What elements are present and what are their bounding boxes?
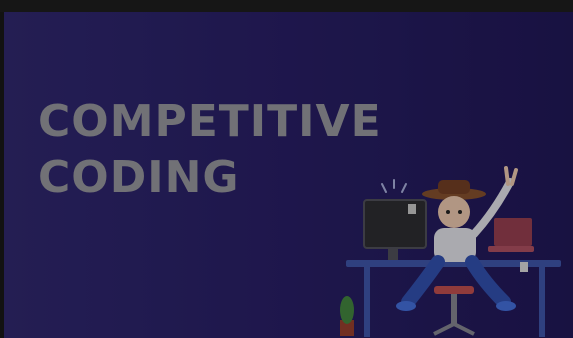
laptop-screen (494, 218, 532, 246)
person-head (438, 196, 470, 228)
plant-leaves (340, 296, 354, 324)
excitement-lines (381, 179, 407, 193)
person-shoe-left (396, 301, 416, 311)
banner-title-line-1: COMPETITIVE (38, 96, 382, 147)
person-eye-right (458, 210, 462, 214)
chair-seat (434, 286, 474, 294)
coder-illustration (340, 166, 561, 337)
desk-paper (520, 262, 528, 272)
chair-post (451, 294, 457, 324)
top-bar (0, 0, 573, 12)
person-eye-left (446, 210, 450, 214)
chair-base (433, 321, 475, 336)
thumbnail-banner: COMPETITIVE CODING (4, 12, 573, 338)
banner-title: COMPETITIVE CODING (38, 94, 382, 206)
laptop-base (488, 246, 534, 252)
person-peace-hand (504, 166, 518, 186)
video-frame: COMPETITIVE CODING (0, 0, 573, 338)
person-shoe-right (496, 301, 516, 311)
desk-leg-right (539, 267, 545, 337)
person-hat-top (438, 180, 470, 194)
desk-leg-left (364, 267, 370, 337)
monitor-stand (388, 248, 398, 260)
monitor-sticky-note (408, 204, 416, 214)
banner-title-line-2: CODING (38, 152, 240, 203)
monitor-screen (363, 199, 427, 249)
